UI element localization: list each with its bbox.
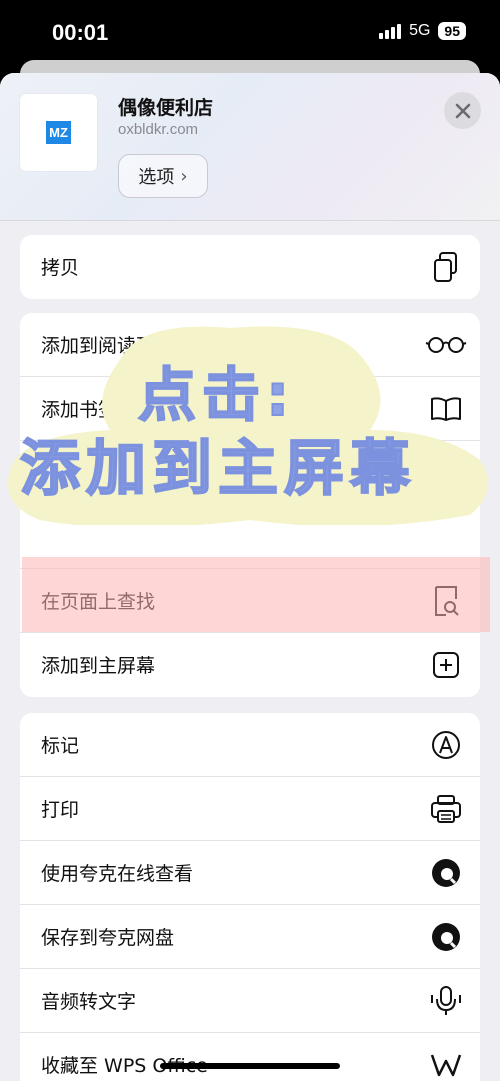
menu-item-label: 拷贝 bbox=[41, 257, 80, 279]
share-sheet-header: MZ 偶像便利店 oxbldkr.com 选项 › bbox=[0, 73, 500, 221]
signal-icon bbox=[379, 23, 402, 39]
options-button[interactable]: 选项 › bbox=[118, 154, 208, 198]
menu-item-audio-to-text[interactable]: 音频转文字 bbox=[20, 969, 480, 1033]
menu-item-add-to-home-screen[interactable]: 添加到主屏幕 bbox=[20, 633, 480, 697]
menu-group-actions: 标记 打印 使用夸克在线查看 保存到夸克网盘 音频转文字 收藏至 WPS Off… bbox=[20, 713, 480, 1081]
site-icon: MZ bbox=[20, 94, 97, 171]
options-label: 选项 bbox=[138, 167, 175, 188]
site-icon-text: MZ bbox=[46, 121, 71, 144]
menu-item-wps-office[interactable]: 收藏至 WPS Office bbox=[20, 1033, 480, 1081]
copy-icon bbox=[430, 251, 462, 283]
status-time: 00:01 bbox=[52, 20, 109, 45]
microphone-icon bbox=[430, 985, 462, 1017]
status-icons: 5G 95 bbox=[379, 22, 466, 40]
star-icon bbox=[430, 457, 462, 489]
menu-group-copy: 拷贝 bbox=[20, 235, 480, 299]
home-indicator[interactable] bbox=[160, 1063, 340, 1069]
network-type: 5G bbox=[409, 22, 431, 39]
find-on-page-icon bbox=[430, 585, 462, 617]
add-square-icon bbox=[430, 649, 462, 681]
printer-icon bbox=[430, 793, 462, 825]
annotation-line-2: 添加到主屏幕 bbox=[19, 433, 416, 505]
wps-icon bbox=[430, 1049, 462, 1081]
quark-icon bbox=[430, 921, 462, 953]
menu-item-print[interactable]: 打印 bbox=[20, 777, 480, 841]
close-button[interactable] bbox=[444, 92, 481, 129]
menu-item-label: 标记 bbox=[41, 735, 80, 757]
quark-icon bbox=[430, 857, 462, 889]
menu-item-copy[interactable]: 拷贝 bbox=[20, 235, 480, 299]
markup-icon bbox=[430, 729, 462, 761]
site-title: 偶像便利店 bbox=[118, 97, 214, 119]
chevron-right-icon: › bbox=[180, 165, 188, 187]
menu-item-label: 音频转文字 bbox=[41, 991, 137, 1013]
menu-item-label: 打印 bbox=[41, 799, 80, 821]
menu-item-quark-save[interactable]: 保存到夸克网盘 bbox=[20, 905, 480, 969]
share-sheet: MZ 偶像便利店 oxbldkr.com 选项 › 拷贝 添加到阅读列表 添加书… bbox=[0, 73, 500, 1081]
site-url: oxbldkr.com bbox=[118, 121, 199, 138]
battery-level: 95 bbox=[438, 22, 466, 40]
reading-glasses-icon bbox=[424, 329, 468, 361]
menu-item-quark-view[interactable]: 使用夸克在线查看 bbox=[20, 841, 480, 905]
menu-item-label: 在页面上查找 bbox=[41, 591, 156, 613]
menu-item-label: 保存到夸克网盘 bbox=[41, 927, 175, 949]
menu-item-label: 添加书签 bbox=[41, 399, 118, 421]
book-icon bbox=[430, 393, 462, 425]
menu-item-hidden[interactable] bbox=[20, 505, 480, 569]
menu-item-find-on-page[interactable]: 在页面上查找 bbox=[20, 569, 480, 633]
menu-item-markup[interactable]: 标记 bbox=[20, 713, 480, 777]
close-icon bbox=[455, 103, 470, 118]
menu-item-label: 添加到主屏幕 bbox=[41, 655, 156, 677]
menu-item-label: 使用夸克在线查看 bbox=[41, 863, 194, 885]
